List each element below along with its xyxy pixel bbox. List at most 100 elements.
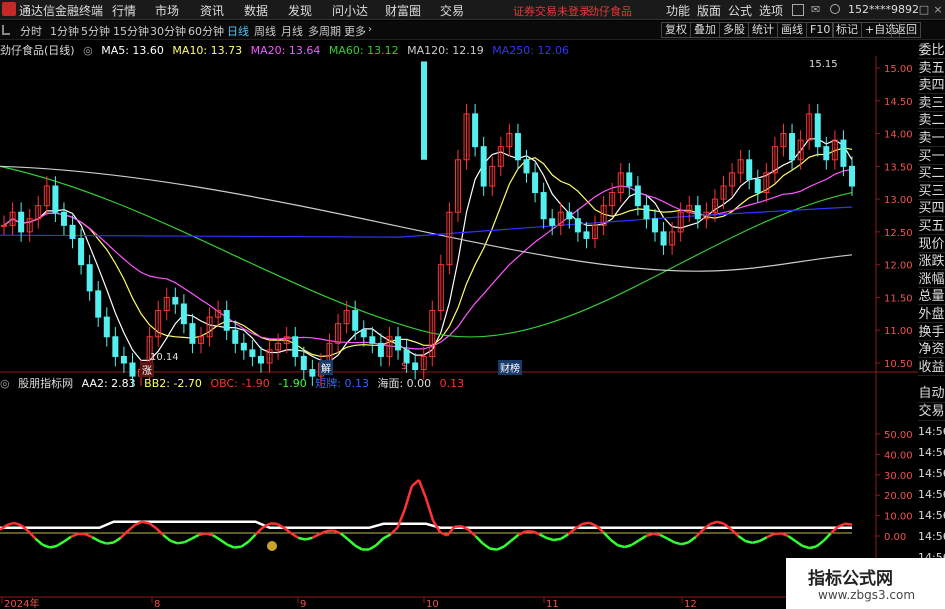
obc-segment-88 — [624, 543, 633, 549]
obc-segment-118 — [837, 522, 846, 528]
price-label-6: 12.00 — [884, 261, 913, 272]
maximize-icon[interactable]: □ — [917, 3, 931, 16]
more-chevron-icon[interactable]: › — [368, 24, 372, 35]
period-1min[interactable]: 1分钟 — [50, 23, 79, 39]
sidebar-item-6[interactable]: 买一 — [918, 148, 945, 165]
candle-body-10 — [86, 264, 93, 292]
sidebar-item-0[interactable]: 委比 — [918, 42, 945, 59]
sidebar-item-17[interactable]: 净资 — [918, 341, 945, 359]
sidebar-item-14[interactable]: 总量 — [918, 288, 945, 306]
obc-segment-28 — [198, 532, 207, 537]
menu-item-layout[interactable]: 版面 — [697, 2, 721, 19]
current-stock-label: 劲仔食品 — [588, 5, 632, 18]
sidebar-item-3[interactable]: 卖三 — [918, 95, 945, 112]
obc-segment-77 — [546, 536, 555, 542]
price-label-4: 13.00 — [884, 195, 913, 206]
sidebar-item-13[interactable]: 涨幅 — [918, 271, 945, 288]
sidebar-item-16[interactable]: 换手 — [918, 324, 945, 341]
menu-item-quotes[interactable]: 行情 — [112, 2, 136, 19]
obc-segment-87 — [617, 544, 626, 549]
obc-segment-114 — [809, 545, 817, 550]
obc-segment-59 — [417, 479, 428, 499]
mark-button[interactable]: 标记 — [832, 22, 862, 38]
back-button[interactable]: 返回 — [891, 22, 921, 38]
menu-item-trade[interactable]: 交易 — [440, 2, 464, 19]
sidebar-item-12[interactable]: 涨跌 — [918, 253, 945, 271]
period-intraday[interactable]: 分时 — [20, 23, 42, 39]
candle-body-21 — [180, 303, 187, 325]
obc-segment-107 — [759, 536, 768, 543]
candle-body-48 — [412, 362, 419, 371]
period-more[interactable]: 更多 — [344, 23, 366, 39]
period-15min[interactable]: 15分钟 — [113, 23, 149, 39]
obc-segment-100 — [709, 520, 718, 526]
minimize-icon[interactable]: - — [903, 3, 917, 16]
collapse-icon[interactable] — [2, 25, 10, 35]
spike-candle — [421, 61, 427, 160]
sidebar-item-4[interactable]: 卖二 — [918, 112, 945, 130]
period-5min[interactable]: 5分钟 — [81, 23, 110, 39]
obc-segment-46 — [326, 529, 334, 533]
obc-segment-42 — [297, 536, 306, 541]
obc-segment-48 — [340, 532, 349, 541]
close-icon[interactable]: × — [931, 3, 945, 16]
obc-segment-111 — [787, 534, 796, 542]
obc-segment-73 — [517, 530, 526, 536]
sidebar-item-15[interactable]: 外盘 — [918, 306, 945, 323]
time-row-0: 14:56 — [918, 425, 945, 438]
sidebar-item-7[interactable]: 买二 — [918, 165, 945, 183]
period-multi[interactable]: 多周期 — [308, 23, 341, 39]
sidebar-item-11[interactable]: 现价 — [918, 236, 945, 253]
period-daily[interactable]: 日线 — [227, 23, 249, 39]
multi-stock-button[interactable]: 多股 — [719, 22, 749, 38]
sidebar-item-5[interactable]: 卖一 — [918, 130, 945, 147]
sidebar-item-8[interactable]: 买三 — [918, 183, 945, 200]
period-60min[interactable]: 60分钟 — [188, 23, 224, 39]
sidebar-item-18[interactable]: 收益 — [918, 359, 945, 376]
tag-finance[interactable]: 财榜 — [498, 360, 522, 375]
menu-item-function[interactable]: 功能 — [666, 2, 690, 19]
auto-trade-item-0[interactable]: 自动 — [918, 385, 945, 403]
obc-segment-94 — [666, 537, 676, 544]
screen-icon[interactable] — [792, 4, 804, 16]
obc-segment-69 — [489, 547, 498, 551]
sidebar-item-10[interactable]: 买五 — [918, 218, 945, 235]
candle-body-26 — [223, 310, 230, 331]
overlay-button[interactable]: 叠加 — [690, 22, 720, 38]
draw-line-button[interactable]: 画线 — [777, 22, 807, 38]
period-weekly[interactable]: 周线 — [254, 23, 276, 39]
login-warning[interactable]: 证券交易未登录 — [513, 3, 590, 19]
auto-trade-item-1[interactable]: 交易 — [918, 403, 945, 421]
menu-item-wealth[interactable]: 财富圈 — [385, 2, 421, 19]
menu-item-formula[interactable]: 公式 — [728, 2, 752, 19]
menu-item-data[interactable]: 数据 — [244, 2, 268, 19]
fq-button[interactable]: 复权 — [661, 22, 691, 38]
tag-up[interactable]: 涨 — [140, 362, 154, 377]
obc-segment-80 — [567, 527, 576, 536]
menu-item-ask[interactable]: 问小达 — [332, 2, 368, 19]
menu-item-options[interactable]: 选项 — [759, 2, 783, 19]
candle-body-22 — [189, 323, 196, 344]
tag-dividend[interactable]: $ — [401, 361, 407, 372]
stats-button[interactable]: 统计 — [748, 22, 778, 38]
sidebar-item-1[interactable]: 卖五 — [918, 60, 945, 77]
user-icon[interactable] — [830, 4, 840, 14]
sidebar-item-9[interactable]: 买四 — [918, 200, 945, 218]
tag-unlock[interactable]: 解 — [319, 360, 333, 375]
obc-segment-93 — [659, 533, 668, 540]
obc-segment-113 — [801, 544, 810, 550]
candle-body-46 — [395, 336, 402, 351]
menu-item-news[interactable]: 资讯 — [200, 2, 224, 19]
watermark-url: www.zbgs3.com — [818, 588, 916, 602]
menu-item-market[interactable]: 市场 — [155, 2, 179, 19]
ind-label-3: 20.00 — [884, 491, 913, 502]
menu-item-discover[interactable]: 发现 — [288, 2, 312, 19]
price-label-7: 11.50 — [884, 293, 913, 304]
mail-icon[interactable]: ✉ — [811, 3, 820, 16]
obc-segment-21 — [148, 522, 157, 530]
period-30min[interactable]: 30分钟 — [150, 23, 186, 39]
f10-button[interactable]: F10 — [806, 22, 835, 38]
kline-chart[interactable]: 15.00 14.50 14.00 13.50 13.00 12.50 12.00 11.50… — [0, 56, 918, 609]
sidebar-item-2[interactable]: 卖四 — [918, 77, 945, 95]
period-monthly[interactable]: 月线 — [281, 23, 303, 39]
